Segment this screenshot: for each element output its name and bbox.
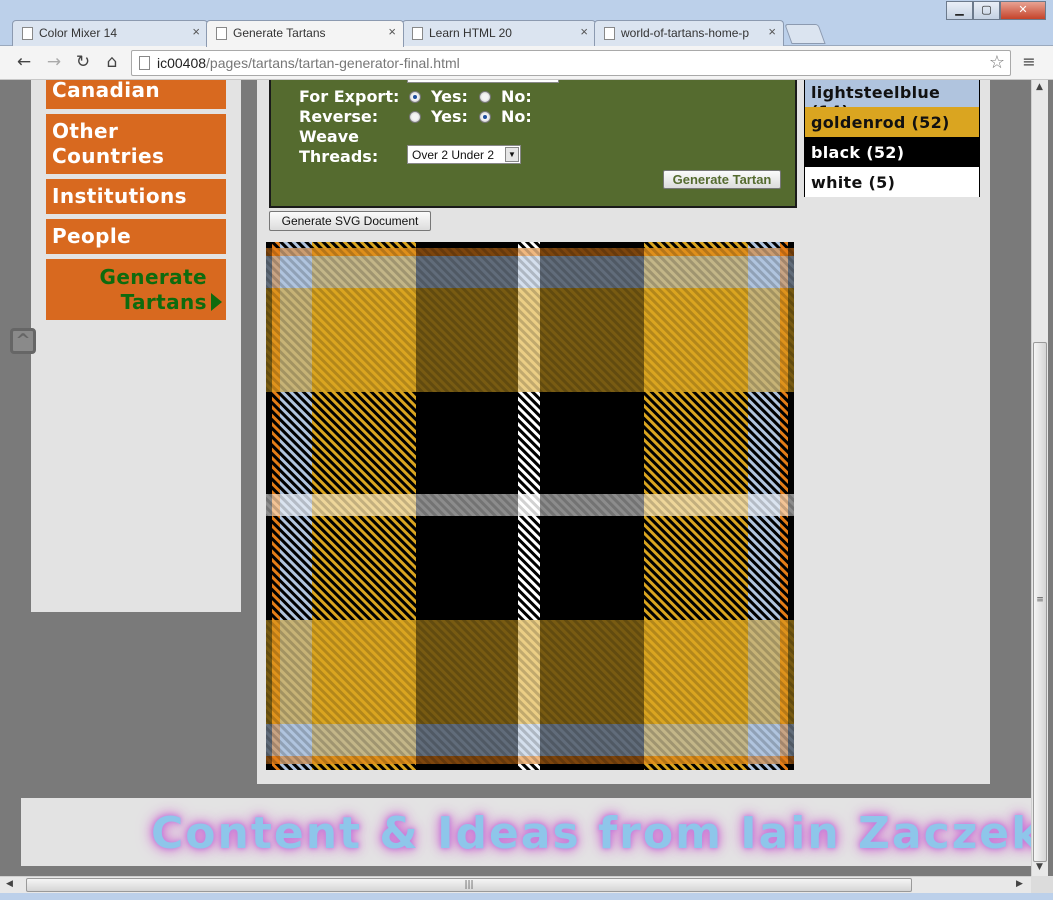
reverse-no-radio[interactable] bbox=[479, 111, 491, 123]
reverse-label: Reverse: bbox=[299, 107, 379, 126]
vertical-scroll-thumb[interactable]: ≡ bbox=[1033, 342, 1047, 862]
sidebar-item-institutions[interactable]: Institutions bbox=[46, 179, 226, 214]
tab-title: Generate Tartans bbox=[233, 26, 326, 40]
maximize-icon[interactable]: ▢ bbox=[973, 1, 1000, 20]
scroll-down-icon[interactable]: ▼ bbox=[1036, 862, 1043, 872]
thread-color-list: lightsteelblue (14) goldenrod (52) black… bbox=[804, 80, 980, 197]
footer-credit: Content & Ideas from Iain Zaczek bbox=[151, 808, 1031, 859]
tab-title: world-of-tartans-home-p bbox=[621, 26, 750, 40]
page-icon bbox=[604, 27, 615, 40]
no-label: No: bbox=[501, 107, 532, 126]
reverse-yes-radio[interactable] bbox=[409, 111, 421, 123]
yes-label: Yes: bbox=[431, 87, 468, 106]
close-icon[interactable]: ✕ bbox=[1000, 1, 1046, 20]
browser-titlebar: Color Mixer 14 × Generate Tartans × Lear… bbox=[0, 0, 1053, 47]
chevron-down-icon: ▼ bbox=[505, 147, 519, 162]
minimize-icon[interactable]: ▁ bbox=[946, 1, 973, 20]
color-item-black: black (52) bbox=[805, 137, 979, 167]
page-icon bbox=[412, 27, 423, 40]
arrow-right-icon bbox=[211, 293, 222, 311]
horizontal-scroll-thumb[interactable]: ||| bbox=[26, 878, 912, 892]
yes-label: Yes: bbox=[431, 107, 468, 126]
weave-label: Weave bbox=[299, 127, 360, 146]
weave-threads-value: Over 2 Under 2 bbox=[412, 148, 495, 162]
home-icon[interactable]: ⌂ bbox=[102, 52, 122, 72]
menu-icon[interactable]: ≡ bbox=[1019, 52, 1039, 72]
color-item-goldenrod: goldenrod (52) bbox=[805, 107, 979, 137]
browser-toolbar: ← → ↻ ⌂ ic00408/pages/tartans/tartan-gen… bbox=[0, 46, 1053, 80]
scroll-right-icon[interactable]: ▶ bbox=[1016, 879, 1023, 889]
sidebar-item-canadian[interactable]: Canadian bbox=[46, 80, 226, 109]
url-text[interactable]: ic00408/pages/tartans/tartan-generator-f… bbox=[157, 55, 460, 71]
tab-learn-html[interactable]: Learn HTML 20 × bbox=[402, 20, 596, 46]
tab-world-of-tartans[interactable]: world-of-tartans-home-p × bbox=[594, 20, 784, 46]
tab-generate-tartans[interactable]: Generate Tartans × bbox=[206, 20, 404, 47]
tab-close-icon[interactable]: × bbox=[192, 24, 200, 39]
new-tab-button[interactable] bbox=[784, 24, 826, 44]
weave-threads-select[interactable]: Over 2 Under 2 ▼ bbox=[407, 145, 521, 164]
tab-color-mixer[interactable]: Color Mixer 14 × bbox=[12, 20, 208, 46]
back-arrow-icon[interactable]: ← bbox=[14, 52, 34, 72]
select-field-partial[interactable] bbox=[407, 80, 559, 83]
sidebar-nav: Canadian Other Countries Institutions Pe… bbox=[31, 80, 241, 612]
window-bottom-edge bbox=[0, 893, 1053, 900]
sidebar-item-people[interactable]: People bbox=[46, 219, 226, 254]
generate-svg-button[interactable]: Generate SVG Document bbox=[269, 211, 431, 231]
horizontal-scrollbar[interactable]: ◀ ||| ▶ bbox=[0, 876, 1031, 893]
scroll-to-top-button[interactable]: ^ bbox=[10, 328, 36, 354]
for-export-no-radio[interactable] bbox=[479, 91, 491, 103]
forward-arrow-icon[interactable]: → bbox=[44, 52, 64, 72]
tartan-options-form: For Export: Yes: No: Reverse: Yes: No: W… bbox=[269, 80, 797, 208]
tartan-twill-overlay bbox=[266, 242, 794, 770]
page-viewport: Canadian Other Countries Institutions Pe… bbox=[0, 80, 1031, 876]
threads-label: Threads: bbox=[299, 147, 379, 166]
page-icon bbox=[22, 27, 33, 40]
tab-title: Color Mixer 14 bbox=[39, 26, 118, 40]
page-icon bbox=[216, 27, 227, 40]
main-panel: For Export: Yes: No: Reverse: Yes: No: W… bbox=[257, 80, 990, 784]
scroll-up-icon[interactable]: ▲ bbox=[1036, 82, 1043, 92]
tab-close-icon[interactable]: × bbox=[580, 24, 588, 39]
tartan-weft bbox=[266, 242, 794, 770]
tartan-preview bbox=[266, 242, 794, 770]
address-bar[interactable]: ic00408/pages/tartans/tartan-generator-f… bbox=[131, 50, 1011, 76]
tab-close-icon[interactable]: × bbox=[388, 24, 396, 39]
site-footer: Content & Ideas from Iain Zaczek bbox=[21, 798, 1031, 866]
sidebar-item-label: Generate Tartans bbox=[99, 265, 207, 314]
for-export-label: For Export: bbox=[299, 87, 400, 106]
sidebar-item-generate-tartans[interactable]: Generate Tartans bbox=[46, 259, 226, 320]
color-item-lightsteelblue: lightsteelblue (14) bbox=[805, 80, 979, 121]
vertical-scrollbar[interactable]: ▲ ≡ ▼ bbox=[1031, 80, 1048, 876]
color-item-white: white (5) bbox=[805, 167, 979, 197]
tab-close-icon[interactable]: × bbox=[768, 24, 776, 39]
for-export-yes-radio[interactable] bbox=[409, 91, 421, 103]
url-path: /pages/tartans/tartan-generator-final.ht… bbox=[206, 55, 460, 71]
reload-icon[interactable]: ↻ bbox=[73, 52, 93, 72]
star-icon[interactable]: ☆ bbox=[989, 52, 1005, 73]
tab-title: Learn HTML 20 bbox=[429, 26, 512, 40]
generate-tartan-button[interactable]: Generate Tartan bbox=[663, 170, 781, 189]
url-host: ic00408 bbox=[157, 55, 207, 71]
sidebar-item-other-countries[interactable]: Other Countries bbox=[46, 114, 226, 174]
no-label: No: bbox=[501, 87, 532, 106]
scroll-left-icon[interactable]: ◀ bbox=[6, 879, 13, 889]
page-icon bbox=[139, 56, 150, 70]
